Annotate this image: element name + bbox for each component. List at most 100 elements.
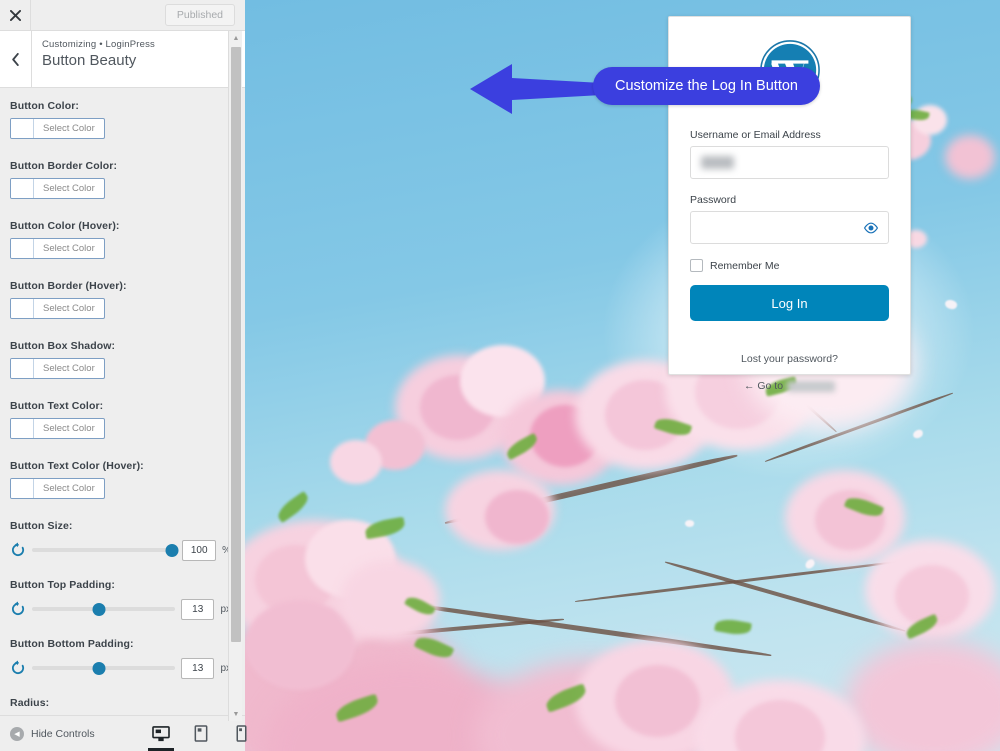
slider-row: 13 px <box>10 597 231 621</box>
slider-value-input[interactable]: 13 <box>180 598 215 620</box>
select-color-label: Select Color <box>43 423 95 434</box>
password-label: Password <box>690 194 737 206</box>
control-radius: Radius: 5 px <box>10 697 231 715</box>
select-color-button[interactable]: Select Color <box>10 478 105 499</box>
slider-knob[interactable] <box>165 543 179 557</box>
select-color-button[interactable]: Select Color <box>10 358 105 379</box>
remember-me-label: Remember Me <box>710 259 780 272</box>
control-label: Button Color (Hover): <box>10 220 120 232</box>
color-swatch <box>11 299 34 318</box>
select-color-button[interactable]: Select Color <box>10 178 105 199</box>
reset-icon[interactable] <box>10 601 26 617</box>
control-label: Button Text Color (Hover): <box>10 460 144 472</box>
color-swatch <box>11 359 34 378</box>
slider-row: 13 px <box>10 656 231 680</box>
select-color-label: Select Color <box>43 183 95 194</box>
password-input[interactable] <box>690 211 889 244</box>
color-swatch <box>11 479 34 498</box>
go-to-site-name-redacted <box>787 380 836 392</box>
remember-me-checkbox[interactable] <box>690 259 703 272</box>
go-to-site-link[interactable]: ← Go to <box>690 380 889 392</box>
slider-track-line <box>32 548 177 552</box>
controls-scroll-area: Button Color: Select Color Button Border… <box>0 88 245 715</box>
breadcrumb[interactable]: Customizing • LoginPress <box>42 39 155 50</box>
go-to-prefix: ← Go to <box>743 380 784 392</box>
customizer-topbar: Published <box>0 0 245 31</box>
control-button-text-color-hover: Button Text Color (Hover): Select Color <box>10 460 231 503</box>
slider-track[interactable] <box>32 660 175 676</box>
caret-down-icon[interactable]: ▼ <box>229 707 243 721</box>
select-color-label: Select Color <box>43 303 95 314</box>
color-swatch <box>11 419 34 438</box>
select-color-button[interactable]: Select Color <box>10 298 105 319</box>
control-label: Button Box Shadow: <box>10 340 116 352</box>
control-button-bottom-padding: Button Bottom Padding: 13 px <box>10 638 231 680</box>
chevron-left-icon[interactable] <box>0 31 32 87</box>
preview-pane: Username or Email Address Password Remem… <box>245 0 1000 751</box>
username-label: Username or Email Address <box>690 129 821 141</box>
control-label: Button Top Padding: <box>10 579 116 591</box>
hide-controls-label: Hide Controls <box>31 727 95 740</box>
log-in-button[interactable]: Log In <box>690 285 889 321</box>
tablet-icon[interactable] <box>190 722 212 746</box>
control-button-box-shadow: Button Box Shadow: Select Color <box>10 340 231 383</box>
username-input[interactable] <box>690 146 889 179</box>
page-title: Button Beauty <box>42 52 137 69</box>
color-swatch <box>11 239 34 258</box>
username-value-redacted <box>701 156 734 169</box>
control-button-size: Button Size: 100 % <box>10 520 231 562</box>
lost-password-link[interactable]: Lost your password? <box>741 353 838 365</box>
select-color-label: Select Color <box>43 363 95 374</box>
slider-row: 100 % <box>10 538 231 562</box>
slider-knob[interactable] <box>92 602 106 616</box>
select-color-label: Select Color <box>43 243 95 254</box>
slider-track[interactable] <box>32 601 175 617</box>
select-color-button[interactable]: Select Color <box>10 418 105 439</box>
mobile-icon[interactable] <box>230 722 252 746</box>
control-label: Button Color: <box>10 100 80 112</box>
control-button-top-padding: Button Top Padding: 13 px <box>10 579 231 621</box>
eye-icon[interactable] <box>863 220 879 236</box>
control-label: Button Border (Hover): <box>10 280 127 292</box>
sidebar-scrollbar[interactable]: ▲ ▼ <box>228 31 242 721</box>
reset-icon[interactable] <box>10 542 26 558</box>
chevron-left-circle-icon: ◀ <box>10 726 24 741</box>
lost-password-row: Lost your password? <box>690 349 889 367</box>
slider-knob[interactable] <box>92 661 106 675</box>
close-icon[interactable] <box>0 0 31 30</box>
control-label: Button Bottom Padding: <box>10 638 134 650</box>
color-swatch <box>11 119 34 138</box>
slider-value-input[interactable]: 13 <box>180 657 215 679</box>
control-button-border-hover: Button Border (Hover): Select Color <box>10 280 231 323</box>
hide-controls-button[interactable]: ◀ Hide Controls <box>0 726 95 741</box>
panel-titles: Customizing • LoginPress Button Beauty <box>32 31 155 87</box>
device-preview-buttons <box>148 722 252 751</box>
select-color-label: Select Color <box>43 123 95 134</box>
select-color-button[interactable]: Select Color <box>10 238 105 259</box>
scrollbar-thumb[interactable] <box>231 47 241 642</box>
select-color-button[interactable]: Select Color <box>10 118 105 139</box>
slider-value-input[interactable]: 100 <box>182 539 217 561</box>
control-label: Button Size: <box>10 520 73 532</box>
control-label: Radius: <box>10 697 50 709</box>
control-button-text-color: Button Text Color: Select Color <box>10 400 231 443</box>
desktop-icon[interactable] <box>148 722 174 751</box>
control-button-border-color: Button Border Color: Select Color <box>10 160 231 203</box>
control-label: Button Border Color: <box>10 160 118 172</box>
panel-header: Customizing • LoginPress Button Beauty <box>0 31 245 88</box>
color-swatch <box>11 179 34 198</box>
customizer-footer: ◀ Hide Controls <box>0 715 247 751</box>
caret-up-icon[interactable]: ▲ <box>229 31 243 45</box>
published-button[interactable]: Published <box>164 4 235 26</box>
customizer-sidebar: Published Customizing • LoginPress Butto… <box>0 0 247 751</box>
control-label: Button Text Color: <box>10 400 104 412</box>
select-color-label: Select Color <box>43 483 95 494</box>
slider-track[interactable] <box>32 542 179 558</box>
callout-pill: Customize the Log In Button <box>593 67 820 105</box>
control-button-color: Button Color: Select Color <box>10 100 231 143</box>
control-button-color-hover: Button Color (Hover): Select Color <box>10 220 231 263</box>
remember-me-row[interactable]: Remember Me <box>690 259 889 272</box>
reset-icon[interactable] <box>10 660 26 676</box>
annotation-callout: Customize the Log In Button <box>470 58 830 120</box>
